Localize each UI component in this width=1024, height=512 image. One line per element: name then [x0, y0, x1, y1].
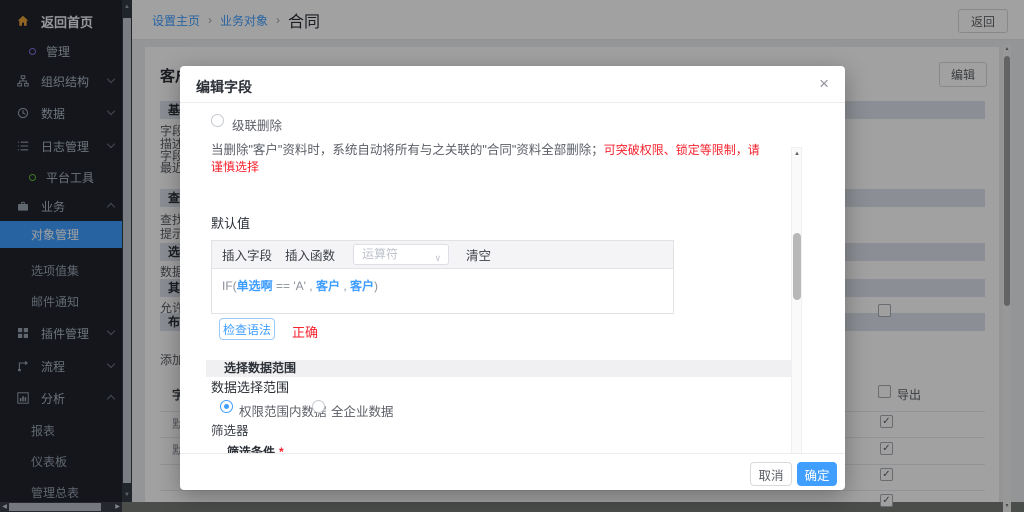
cancel-button[interactable]: 取消 [750, 462, 792, 486]
warning-text: 当删除"客户"资料时，系统自动将所有与之关联的"合同"资料全部删除； [211, 143, 604, 157]
modal-header: 编辑字段 × [180, 66, 845, 103]
filter-condition-text: 筛选条件 [227, 445, 275, 453]
modal-title: 编辑字段 [196, 77, 252, 97]
scope-range-label: 数据选择范围 [211, 377, 289, 396]
scope-section-header: 选择数据范围 [206, 360, 791, 377]
scroll-up-icon[interactable]: ▲ [792, 149, 802, 159]
formula-token: , [340, 279, 350, 293]
insert-function-button[interactable]: 插入函数 [285, 245, 335, 264]
filter-label: 筛选器 [211, 420, 249, 439]
formula-token: == 'A' [276, 279, 306, 293]
formula-token: ) [374, 279, 378, 293]
formula-field-token: 客户 [316, 279, 340, 293]
modal-scrollbar[interactable]: ▲ ▼ [791, 147, 802, 453]
check-syntax-button[interactable]: 检查语法 [219, 318, 275, 340]
operator-placeholder: 运算符 [362, 247, 398, 261]
radio-cascade-delete[interactable] [211, 114, 224, 127]
formula-token: IF( [222, 279, 237, 293]
cascade-warning: 当删除"客户"资料时，系统自动将所有与之关联的"合同"资料全部删除；可突破权限、… [211, 142, 771, 176]
close-icon[interactable]: × [819, 74, 829, 94]
formula-field-token: 客户 [350, 279, 374, 293]
formula-token: , [306, 279, 316, 293]
formula-toolbar: 插入字段 插入函数 运算符 ∨ 清空 [211, 240, 674, 269]
insert-field-button[interactable]: 插入字段 [222, 245, 272, 264]
filter-condition-label: 筛选条件 * [227, 443, 284, 453]
clear-button[interactable]: 清空 [466, 245, 491, 264]
formula-editor: 插入字段 插入函数 运算符 ∨ 清空 IF(单选啊 == 'A' , 客户 , … [211, 240, 674, 380]
modal-body: 级联删除 当删除"客户"资料时，系统自动将所有与之关联的"合同"资料全部删除；可… [180, 103, 845, 453]
modal-footer: 取消 确定 [180, 453, 845, 490]
radio-permission-scope[interactable] [220, 400, 233, 413]
radio-all-company-label[interactable]: 全企业数据 [331, 401, 394, 420]
confirm-button[interactable]: 确定 [797, 462, 837, 486]
formula-field-token: 单选啊 [237, 279, 273, 293]
formula-input[interactable]: IF(单选啊 == 'A' , 客户 , 客户) [211, 269, 674, 314]
default-value-label: 默认值 [211, 213, 250, 232]
syntax-result-text: 正确 [292, 322, 318, 341]
radio-cascade-label: 级联删除 [232, 115, 282, 134]
radio-all-company[interactable] [312, 400, 325, 413]
edit-field-modal: 编辑字段 × 级联删除 当删除"客户"资料时，系统自动将所有与之关联的"合同"资… [180, 66, 845, 490]
app-window: 返回首页 管理 组织结构 数据 日志管理 平台工具 业务 [0, 0, 1024, 512]
required-mark: * [279, 445, 284, 453]
caret-down-icon: ∨ [434, 249, 441, 268]
modal-scrollbar-thumb[interactable] [793, 233, 801, 300]
operator-select[interactable]: 运算符 ∨ [353, 244, 449, 265]
